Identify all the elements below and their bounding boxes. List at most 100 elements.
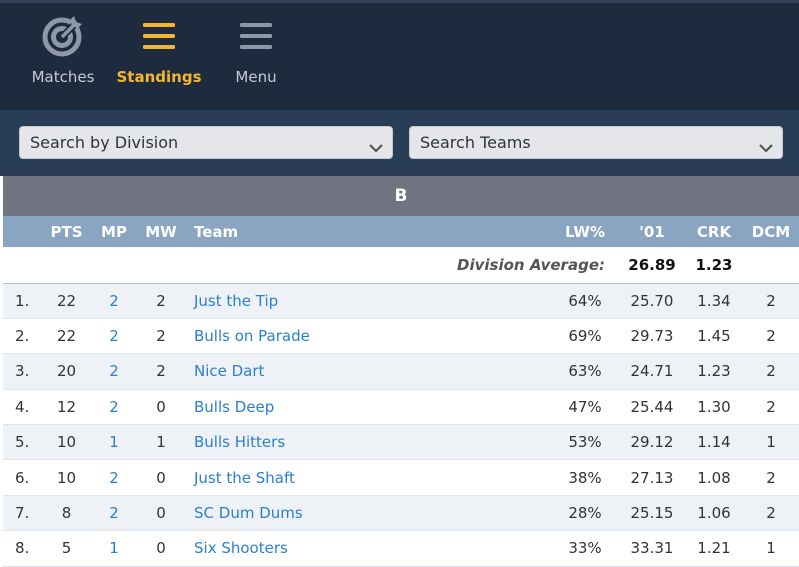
rank-cell: 3. xyxy=(15,362,30,381)
dcm-cell: 2 xyxy=(766,291,776,310)
col-lw[interactable]: LW% xyxy=(551,216,619,247)
col-01[interactable]: '01 xyxy=(619,216,685,247)
teams-select[interactable]: Search Teams xyxy=(409,126,783,159)
division-average-crk: 1.23 xyxy=(685,247,743,284)
top-navigation: Matches Standings Menu xyxy=(0,0,799,110)
division-select[interactable]: Search by Division xyxy=(19,126,393,159)
lw-cell: 38% xyxy=(568,468,602,487)
col-dcm[interactable]: DCM xyxy=(743,216,799,247)
pts-cell: 10 xyxy=(56,468,77,487)
pts-cell: 12 xyxy=(56,397,77,416)
rank-cell: 8. xyxy=(15,539,30,558)
mp-cell: 1 xyxy=(92,424,136,461)
pts-cell: 10 xyxy=(41,424,92,461)
mp-link[interactable]: 1 xyxy=(109,433,119,451)
crk-cell: 1.23 xyxy=(697,362,731,381)
dcm-cell: 1 xyxy=(743,530,799,567)
col-crk[interactable]: CRK xyxy=(685,216,743,247)
team-link[interactable]: Bulls Deep xyxy=(194,398,274,416)
dcm-cell: 1 xyxy=(743,424,799,461)
mw-cell: 2 xyxy=(156,362,166,381)
dcm-cell: 2 xyxy=(743,353,799,390)
team-link[interactable]: Nice Dart xyxy=(194,362,264,380)
rank-cell: 5. xyxy=(3,424,41,461)
lw-cell: 38% xyxy=(551,459,619,496)
team-link[interactable]: Six Shooters xyxy=(194,539,288,557)
lw-cell: 53% xyxy=(551,424,619,461)
mp-cell: 2 xyxy=(92,459,136,496)
team-cell: Just the Shaft xyxy=(186,459,551,496)
team-cell: Bulls Deep xyxy=(186,389,551,426)
mp-cell: 2 xyxy=(92,389,136,426)
dcm-cell: 2 xyxy=(743,283,799,319)
lw-cell: 53% xyxy=(568,433,602,452)
pts-cell: 22 xyxy=(41,318,92,355)
mw-cell: 0 xyxy=(136,459,186,496)
division-average-label: Division Average: xyxy=(3,247,619,284)
crk-cell: 1.45 xyxy=(685,318,743,355)
nav-menu-label: Menu xyxy=(235,68,277,86)
pts-cell: 22 xyxy=(56,291,77,310)
mp-cell: 2 xyxy=(92,353,136,390)
team-cell: Just the Tip xyxy=(186,283,551,319)
col-team[interactable]: Team xyxy=(186,216,551,247)
mp-link[interactable]: 2 xyxy=(109,362,119,380)
team-link[interactable]: Just the Shaft xyxy=(194,469,295,487)
nav-menu-button[interactable]: Menu xyxy=(208,14,304,94)
dcm-cell: 2 xyxy=(743,389,799,426)
mw-cell: 1 xyxy=(156,433,166,452)
mp-link[interactable]: 1 xyxy=(109,539,119,557)
rank-cell: 4. xyxy=(3,389,41,426)
rank-cell: 1. xyxy=(3,283,41,319)
mp-link[interactable]: 2 xyxy=(109,504,119,522)
team-link[interactable]: Bulls Hitters xyxy=(194,433,285,451)
lw-cell: 33% xyxy=(551,530,619,567)
table-row: 7. 8 2 0 SC Dum Dums 28% 25.15 1.06 2 xyxy=(3,495,799,532)
mp-link[interactable]: 2 xyxy=(109,327,119,345)
nav-top-rim xyxy=(0,0,799,3)
nav-standings-button[interactable]: Standings xyxy=(111,14,207,94)
nav-matches-label: Matches xyxy=(31,68,95,86)
team-cell: Nice Dart xyxy=(186,353,551,390)
pts-cell: 20 xyxy=(56,362,77,381)
crk-cell: 1.21 xyxy=(697,539,731,558)
lw-cell: 69% xyxy=(551,318,619,355)
o1-cell: 33.31 xyxy=(630,539,674,558)
col-mw[interactable]: MW xyxy=(136,216,186,247)
rank-cell: 4. xyxy=(15,397,30,416)
mw-cell: 1 xyxy=(136,424,186,461)
pts-cell: 22 xyxy=(41,283,92,319)
crk-cell: 1.30 xyxy=(697,397,731,416)
mp-link[interactable]: 2 xyxy=(109,469,119,487)
team-link[interactable]: Just the Tip xyxy=(194,292,278,310)
lw-cell: 47% xyxy=(568,397,602,416)
o1-cell: 33.31 xyxy=(619,530,685,567)
division-average-row: Division Average: 26.89 1.23 xyxy=(3,247,799,284)
chevron-down-icon xyxy=(758,135,774,153)
dcm-cell: 2 xyxy=(766,504,776,523)
chevron-down-icon xyxy=(368,135,384,153)
mp-link[interactable]: 2 xyxy=(109,398,119,416)
pts-cell: 8 xyxy=(61,504,72,523)
dcm-cell: 2 xyxy=(766,327,776,346)
crk-cell: 1.08 xyxy=(697,468,731,487)
division-header: B xyxy=(3,176,799,216)
team-link[interactable]: Bulls on Parade xyxy=(194,327,310,345)
rank-cell: 3. xyxy=(3,353,41,390)
rank-cell: 1. xyxy=(15,291,30,310)
mp-cell: 2 xyxy=(92,283,136,319)
team-link[interactable]: SC Dum Dums xyxy=(194,504,303,522)
nav-matches-button[interactable]: Matches xyxy=(15,14,111,94)
table-row: 3. 20 2 2 Nice Dart 63% 24.71 1.23 2 xyxy=(3,353,799,390)
division-average-01: 26.89 xyxy=(619,247,685,284)
col-pts[interactable]: PTS xyxy=(41,216,92,247)
crk-cell: 1.30 xyxy=(685,389,743,426)
team-cell: Bulls on Parade xyxy=(186,318,551,355)
col-mp[interactable]: MP xyxy=(92,216,136,247)
mp-cell: 2 xyxy=(92,495,136,532)
o1-cell: 25.15 xyxy=(619,495,685,532)
table-row: 6. 10 2 0 Just the Shaft 38% 27.13 1.08 2 xyxy=(3,459,799,496)
dcm-cell: 1 xyxy=(766,433,776,452)
table-row: 2. 22 2 2 Bulls on Parade 69% 29.73 1.45 2 xyxy=(3,318,799,355)
mp-link[interactable]: 2 xyxy=(109,292,119,310)
